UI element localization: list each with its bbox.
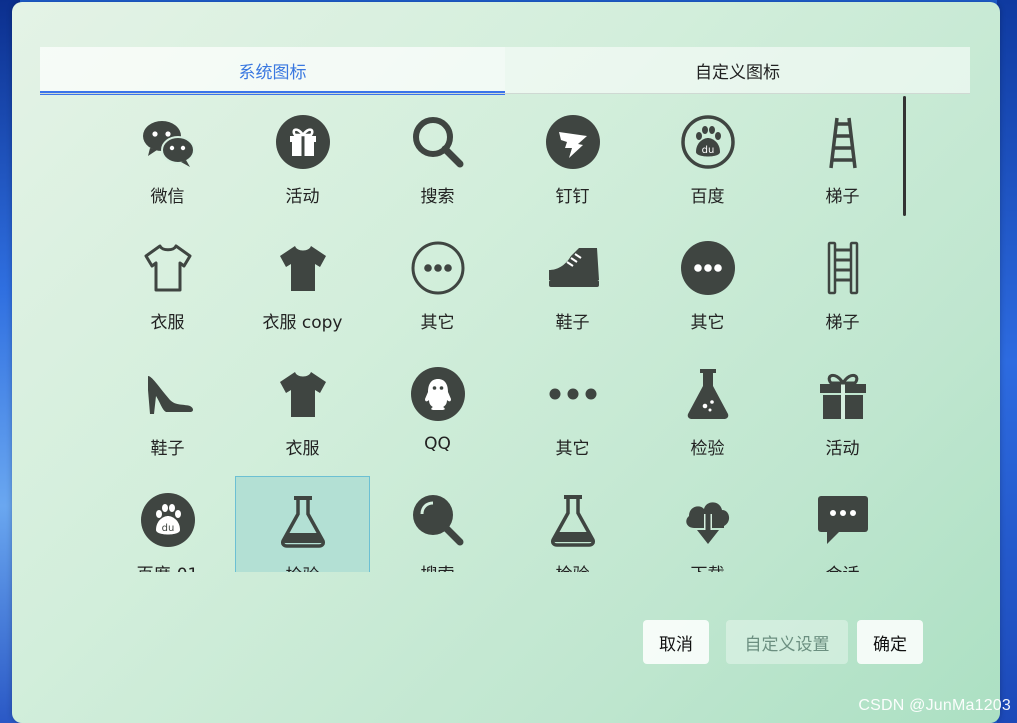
tab-system-icons[interactable]: 系统图标 <box>40 47 505 95</box>
more-dots-icon <box>545 366 601 422</box>
scrollbar-thumb[interactable] <box>903 96 906 216</box>
icon-option[interactable]: 其它 <box>370 224 505 350</box>
icon-option-label: 检验 <box>286 561 320 572</box>
more-circle-outline-icon <box>410 240 466 296</box>
flask-solid-icon <box>680 366 736 422</box>
more-circle-solid-icon <box>680 240 736 296</box>
icon-option-label: 搜索 <box>421 560 455 572</box>
gift-icon <box>275 114 331 170</box>
icon-option[interactable]: 鞋子 <box>505 224 640 350</box>
baidu-icon: du <box>680 114 736 170</box>
gift-box-icon <box>815 366 871 422</box>
icon-option-label: 会话 <box>826 560 860 572</box>
qq-icon <box>410 366 466 422</box>
confirm-button[interactable]: 确定 <box>857 620 923 664</box>
icon-option-label: 活动 <box>285 187 320 207</box>
chat-bubble-icon <box>815 492 871 548</box>
svg-text:du: du <box>161 523 174 534</box>
tab-bar: 系统图标 自定义图标 <box>40 47 970 95</box>
custom-settings-button[interactable]: 自定义设置 <box>726 620 848 664</box>
icon-option[interactable]: du 百度 <box>640 98 775 224</box>
tab-divider <box>40 93 970 94</box>
ladder-frame-icon <box>815 240 871 296</box>
icon-option-label: 梯子 <box>825 187 860 207</box>
icon-option-label: 百度 <box>690 187 725 207</box>
icon-option[interactable]: 搜索 <box>370 476 505 572</box>
icon-option[interactable]: 衣服 <box>235 350 370 476</box>
desktop-wallpaper-right <box>997 0 1017 723</box>
flask-outline-icon <box>275 493 331 549</box>
icon-option-label: 检验 <box>690 439 725 459</box>
cloud-download-icon <box>680 492 736 548</box>
high-heel-icon <box>140 366 196 422</box>
icon-option-label: 其它 <box>420 313 455 333</box>
baidu-solid-icon: du <box>140 492 196 548</box>
icon-option[interactable]: 下载 <box>640 476 775 572</box>
search-solid-icon <box>410 492 466 548</box>
icon-option-label: 检验 <box>556 560 590 572</box>
icon-option[interactable]: 衣服 copy <box>235 224 370 350</box>
wechat-icon <box>140 114 196 170</box>
icon-grid: 微信 活动 搜索 钉钉 du 百度 梯子 衣服 衣服 copy 其它 鞋子 其它 梯子 鞋子 衣服 QQ 其它检… <box>100 98 920 572</box>
icon-option[interactable]: 衣服 <box>100 224 235 350</box>
icon-option-label: 衣服 copy <box>262 313 343 333</box>
icon-option-label: 衣服 <box>150 313 185 333</box>
icon-option[interactable]: 其它 <box>505 350 640 476</box>
tab-custom-icons[interactable]: 自定义图标 <box>505 47 970 93</box>
icon-option[interactable]: 梯子 <box>775 224 910 350</box>
ladder-icon <box>815 114 871 170</box>
icon-option[interactable]: QQ <box>370 350 505 476</box>
icon-option[interactable]: 其它 <box>640 224 775 350</box>
icon-option[interactable]: 检验 <box>505 476 640 572</box>
icon-option[interactable]: 搜索 <box>370 98 505 224</box>
icon-option-label: 百度-01 <box>137 560 199 572</box>
sneaker-icon <box>545 240 601 296</box>
icon-option[interactable]: 钉钉 <box>505 98 640 224</box>
icon-option-label: QQ <box>424 434 451 454</box>
icon-option-label: 其它 <box>690 313 725 333</box>
flask-outline-icon <box>545 492 601 548</box>
icon-option-label: 鞋子 <box>150 439 185 459</box>
tshirt-solid-icon <box>275 240 331 296</box>
icon-option[interactable]: 检验 <box>640 350 775 476</box>
icon-option[interactable]: 检验 <box>235 476 370 572</box>
icon-grid-viewport[interactable]: 微信 活动 搜索 钉钉 du 百度 梯子 衣服 衣服 copy 其它 鞋子 其它 梯子 鞋子 衣服 QQ 其它检… <box>100 98 920 572</box>
icon-option-label: 微信 <box>150 187 185 207</box>
icon-option-label: 衣服 <box>285 439 320 459</box>
tshirt-outline-icon <box>140 240 196 296</box>
svg-text:du: du <box>701 145 714 156</box>
tshirt-solid-icon <box>275 366 331 422</box>
icon-option-label: 钉钉 <box>555 187 590 207</box>
icon-option[interactable]: 活动 <box>235 98 370 224</box>
icon-option-label: 鞋子 <box>555 313 590 333</box>
icon-option-label: 活动 <box>825 439 860 459</box>
icon-option-label: 其它 <box>555 439 590 459</box>
search-icon <box>410 114 466 170</box>
icon-option[interactable]: 微信 <box>100 98 235 224</box>
icon-option-label: 梯子 <box>825 313 860 333</box>
icon-option[interactable]: 鞋子 <box>100 350 235 476</box>
dingtalk-icon <box>545 114 601 170</box>
icon-option[interactable]: 会话 <box>775 476 910 572</box>
icon-option-label: 下载 <box>691 560 725 572</box>
icon-picker-dialog: 系统图标 自定义图标 微信 活动 搜索 钉钉 du 百度 梯子 衣服 衣服 copy 其它 鞋子 其它… <box>12 2 1000 723</box>
watermark: CSDN @JunMa1203 <box>858 697 1011 714</box>
icon-option-label: 搜索 <box>420 187 455 207</box>
icon-option[interactable]: du 百度-01 <box>100 476 235 572</box>
icon-option[interactable]: 活动 <box>775 350 910 476</box>
cancel-button[interactable]: 取消 <box>643 620 709 664</box>
icon-option[interactable]: 梯子 <box>775 98 910 224</box>
